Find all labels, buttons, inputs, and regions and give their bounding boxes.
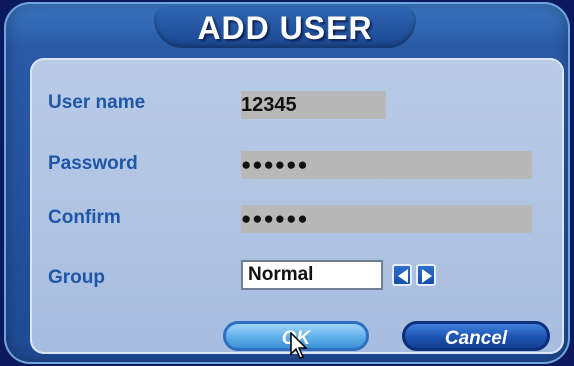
- dialog-title: ADD USER: [197, 10, 373, 46]
- group-label: Group: [48, 267, 105, 288]
- password-value: ●●●●●●: [241, 155, 309, 174]
- group-value: Normal: [248, 264, 314, 285]
- group-prev-button[interactable]: [392, 264, 412, 286]
- mouse-cursor-icon: [290, 331, 310, 365]
- username-label: User name: [48, 92, 146, 113]
- group-next-button[interactable]: [416, 264, 436, 286]
- password-label: Password: [48, 153, 138, 174]
- cancel-button[interactable]: Cancel: [402, 321, 550, 351]
- username-value: 12345: [241, 94, 297, 116]
- confirm-value: ●●●●●●: [241, 209, 309, 228]
- confirm-label: Confirm: [48, 207, 121, 228]
